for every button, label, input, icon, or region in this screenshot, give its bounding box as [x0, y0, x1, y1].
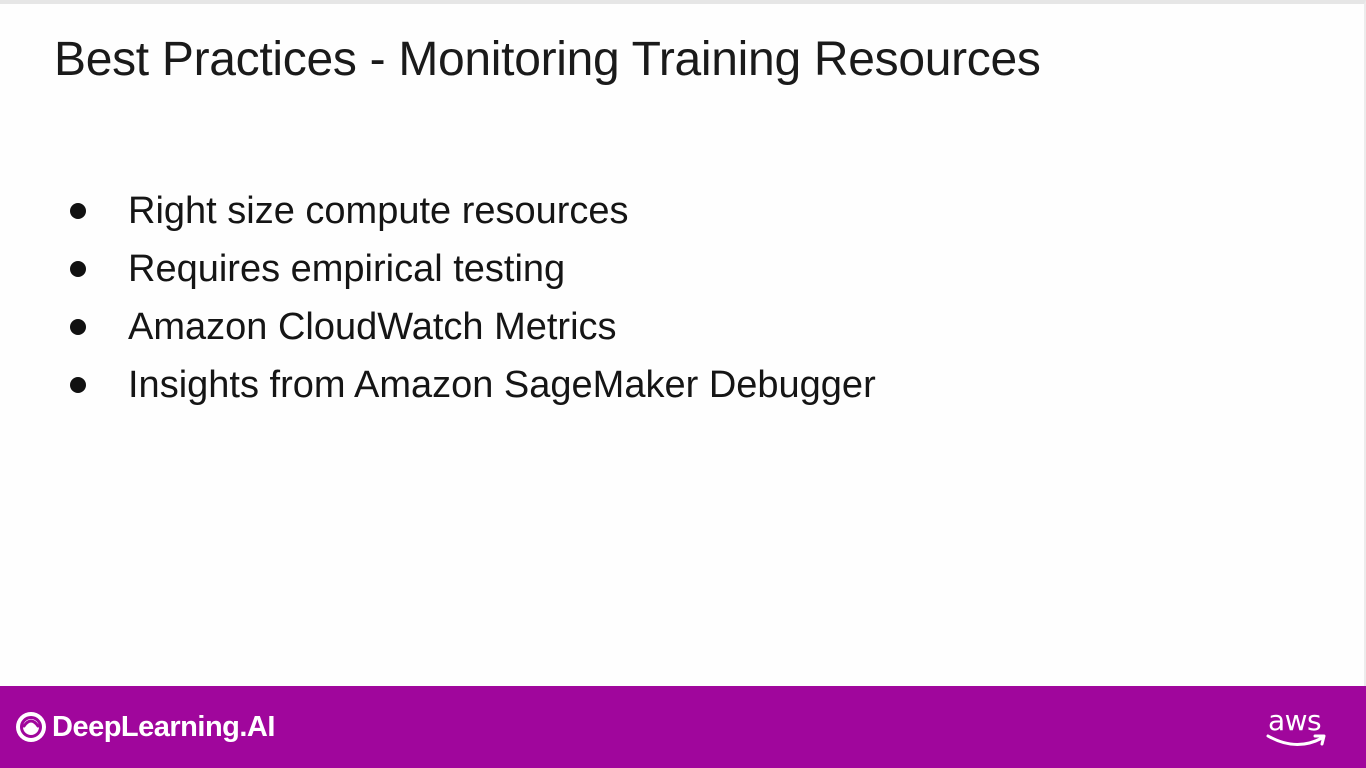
bullet-item: Requires empirical testing: [70, 240, 876, 298]
bullet-text: Amazon CloudWatch Metrics: [128, 305, 617, 348]
slide-title: Best Practices - Monitoring Training Res…: [54, 33, 1041, 86]
brand-name: DeepLearning.AI: [52, 710, 275, 743]
bullet-item: Right size compute resources: [70, 182, 876, 240]
bullet-text: Requires empirical testing: [128, 247, 566, 290]
bullet-list: Right size compute resources Requires em…: [70, 182, 876, 414]
bullet-dot-icon: [70, 261, 86, 277]
bullet-dot-icon: [70, 377, 86, 393]
aws-smile-icon: [1266, 734, 1326, 746]
bullet-dot-icon: [70, 319, 86, 335]
bullet-dot-icon: [70, 203, 86, 219]
deeplearning-ai-logo-icon: [16, 712, 46, 742]
bullet-item: Amazon CloudWatch Metrics: [70, 298, 876, 356]
aws-logo: aws: [1266, 704, 1330, 752]
bullet-item: Insights from Amazon SageMaker Debugger: [70, 356, 876, 414]
slide: Best Practices - Monitoring Training Res…: [0, 0, 1366, 768]
footer-bar: DeepLearning.AI aws: [0, 686, 1366, 768]
bullet-text: Right size compute resources: [128, 189, 629, 232]
brand-logo: DeepLearning.AI: [14, 710, 275, 744]
bullet-text: Insights from Amazon SageMaker Debugger: [128, 363, 876, 406]
